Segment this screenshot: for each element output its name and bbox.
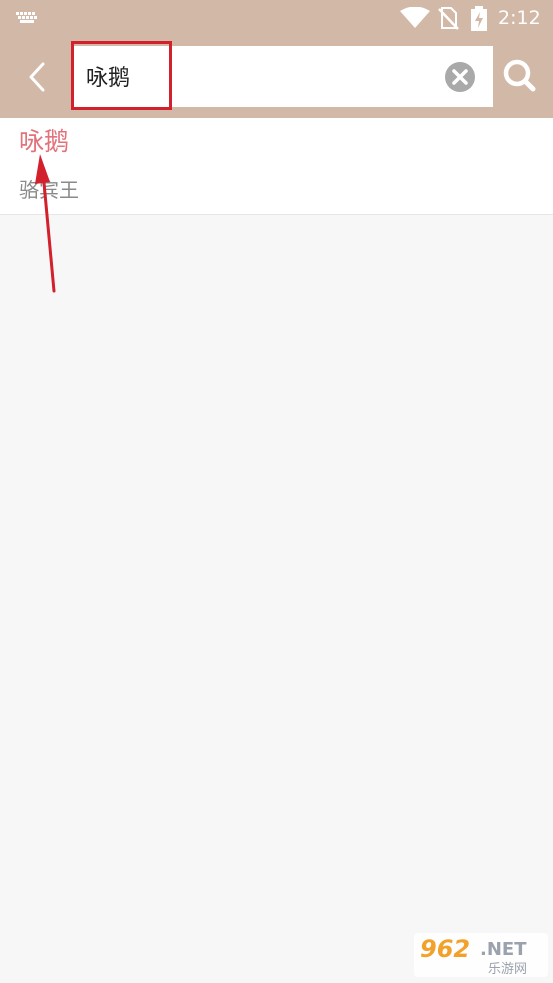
status-bar: 2:12 [0, 0, 553, 36]
search-toolbar [0, 36, 553, 118]
svg-text:962: 962 [420, 935, 470, 963]
site-watermark-logo: 962 .NET 乐游网 [414, 933, 548, 977]
back-button[interactable] [14, 54, 60, 100]
no-sim-icon [438, 7, 459, 30]
list-item[interactable]: 咏鹅 骆宾王 [0, 118, 553, 215]
search-icon[interactable] [500, 56, 540, 96]
poem-author: 骆宾王 [19, 178, 79, 202]
svg-text:乐游网: 乐游网 [488, 962, 527, 977]
battery-charging-icon [471, 6, 487, 31]
keyboard-icon [16, 12, 37, 23]
search-input[interactable] [86, 56, 426, 96]
svg-text:.NET: .NET [480, 939, 527, 960]
clock: 2:12 [498, 7, 541, 29]
clear-circle-icon[interactable] [444, 61, 476, 93]
chevron-left-icon [29, 62, 45, 92]
search-box [72, 46, 493, 107]
poem-title: 咏鹅 [19, 127, 70, 156]
wifi-icon [400, 7, 430, 28]
